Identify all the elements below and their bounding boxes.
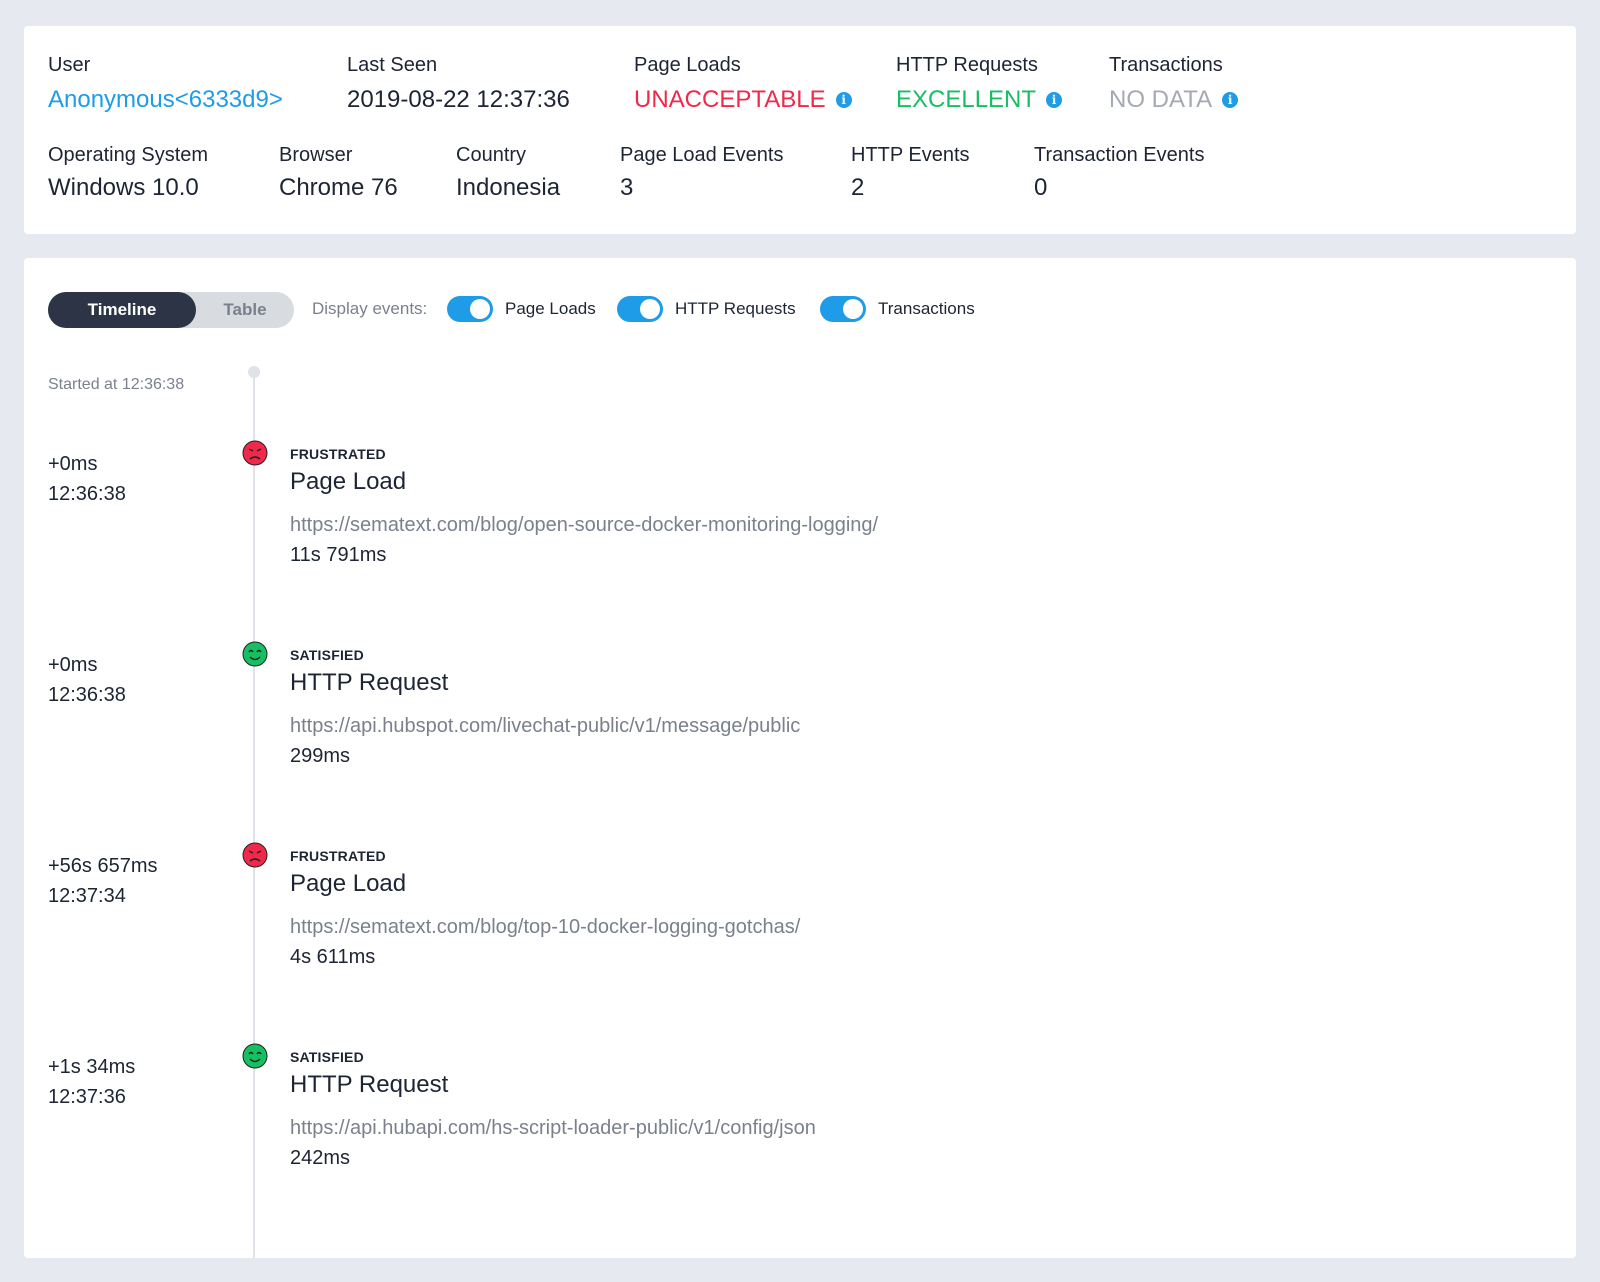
stat-value: Chrome 76 [279,174,398,201]
event-time: 12:36:38 [48,483,126,505]
frustrated-face-icon [242,842,268,868]
stat-label: HTTP Requests [896,54,1038,76]
toggle-http-requests[interactable]: HTTP Requests [617,296,796,322]
timeline-start: Started at 12:36:38 [48,376,185,393]
event-url[interactable]: https://sematext.com/blog/top-10-docker-… [290,916,800,939]
toggle-label: Transactions [878,299,975,318]
stat-country: Country Indonesia [456,142,560,204]
event-offset: +56s 657ms [48,855,158,877]
info-icon[interactable]: i [1222,92,1239,108]
stat-value: 2019-08-22 12:37:36 [347,86,570,113]
event-duration: 242ms [290,1147,351,1169]
stat-label: User [48,54,91,76]
timeline-event: +56s 657ms 12:37:34 FRUSTRATED Page Load… [24,842,1576,1050]
stat-value: 2 [851,174,865,201]
toggle-label: HTTP Requests [675,299,796,318]
event-duration: 4s 611ms [290,946,376,968]
event-time: 12:36:38 [48,684,126,706]
stat-label: Transaction Events [1034,144,1205,166]
stat-label: Operating System [48,144,209,166]
satisfied-face-icon [242,641,268,667]
stat-browser: Browser Chrome 76 [279,142,398,204]
event-duration: 299ms [290,745,351,767]
stat-value: EXCELLENT [896,86,1037,113]
stat-value: NO DATA [1109,86,1213,113]
stat-label: Page Loads [634,54,741,76]
stat-value: Windows 10.0 [48,174,199,201]
timeline-event: +0ms 12:36:38 FRUSTRATED Page Load https… [24,440,1576,648]
tab-table[interactable]: Table [196,292,294,328]
stat-value: UNACCEPTABLE [634,86,826,113]
stat-label: Last Seen [347,54,438,76]
event-title: Page Load [290,468,407,495]
info-icon[interactable]: i [1046,92,1063,108]
event-status: SATISFIED [290,647,364,663]
toggle-label: Page Loads [505,299,596,318]
stat-label: Country [456,144,527,166]
event-status: SATISFIED [290,1049,364,1065]
stat-page-load-events: Page Load Events 3 [620,142,783,204]
frustrated-face-icon [242,440,268,466]
stat-last-seen: Last Seen 2019-08-22 12:37:36 [347,52,570,116]
stat-value: Indonesia [456,174,561,201]
event-url[interactable]: https://api.hubspot.com/livechat-public/… [290,715,800,738]
display-events-label: Display events: [312,299,428,318]
stat-label: HTTP Events [851,144,970,166]
toggle-switch[interactable] [820,296,866,322]
event-offset: +0ms [48,654,98,676]
stat-value: 0 [1034,174,1048,201]
event-status: FRUSTRATED [290,446,386,462]
stat-page-loads: Page Loads UNACCEPTABLE i [634,52,852,116]
timeline-event: +1s 34ms 12:37:36 SATISFIED HTTP Request… [24,1043,1576,1251]
toggle-switch[interactable] [447,296,493,322]
info-icon[interactable]: i [835,92,852,108]
event-status: FRUSTRATED [290,848,386,864]
event-title: Page Load [290,870,407,897]
stat-label: Page Load Events [620,144,784,166]
timeline-start-dot [248,366,260,378]
event-url[interactable]: https://api.hubapi.com/hs-script-loader-… [290,1117,816,1140]
timeline-event: +0ms 12:36:38 SATISFIED HTTP Request htt… [24,641,1576,849]
stat-http-events: HTTP Events 2 [851,142,970,204]
toggle-transactions[interactable]: Transactions [820,296,975,322]
event-offset: +0ms [48,453,98,475]
stat-transactions: Transactions NO DATA i [1109,52,1239,116]
event-title: HTTP Request [290,669,449,696]
view-toggle: Timeline Table [48,292,294,328]
event-offset: +1s 34ms [48,1056,136,1078]
user-summary-card: User Anonymous<6333d9> Last Seen 2019-08… [24,26,1576,234]
stat-value: 3 [620,174,634,201]
stat-label: Browser [279,144,353,166]
event-time: 12:37:34 [48,885,126,907]
timeline-card: Timeline Table Display events: Page Load… [24,258,1576,1258]
event-url[interactable]: https://sematext.com/blog/open-source-do… [290,514,878,537]
stat-http-requests: HTTP Requests EXCELLENT i [896,52,1063,116]
toggle-switch[interactable] [617,296,663,322]
stat-user: User Anonymous<6333d9> [48,52,283,116]
user-link[interactable]: Anonymous<6333d9> [48,84,283,116]
stat-label: Transactions [1109,54,1223,76]
tab-timeline[interactable]: Timeline [48,292,196,328]
stat-transaction-events: Transaction Events 0 [1034,142,1204,204]
event-time: 12:37:36 [48,1086,126,1108]
toggle-page-loads[interactable]: Page Loads [447,296,596,322]
satisfied-face-icon [242,1043,268,1069]
stat-os: Operating System Windows 10.0 [48,142,208,204]
event-duration: 11s 791ms [290,544,387,566]
event-title: HTTP Request [290,1071,449,1098]
